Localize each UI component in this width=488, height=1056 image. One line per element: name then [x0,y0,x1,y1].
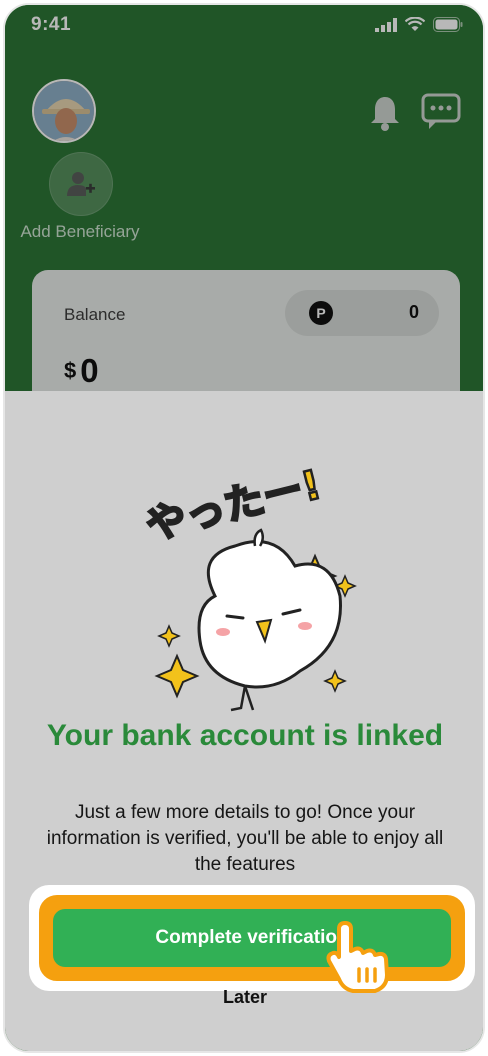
tap-hand-icon [326,921,389,993]
bottom-sheet: やったー! Your bank account is linked Just a… [5,391,483,1051]
modal-title: Your bank account is linked [46,719,444,752]
modal-subtitle: Just a few more details to go! Once your… [46,802,444,875]
highlight-ring: Complete verification [39,895,465,981]
later-button[interactable]: Later [185,987,305,1008]
sticker-text: やったー! [142,462,326,550]
celebration-sticker: やったー! [140,461,357,712]
highlight-frame: Complete verification [29,885,475,991]
phone-frame: 9:41 Add Beneficiary Balance P 0 $ 0 やった… [3,3,485,1053]
